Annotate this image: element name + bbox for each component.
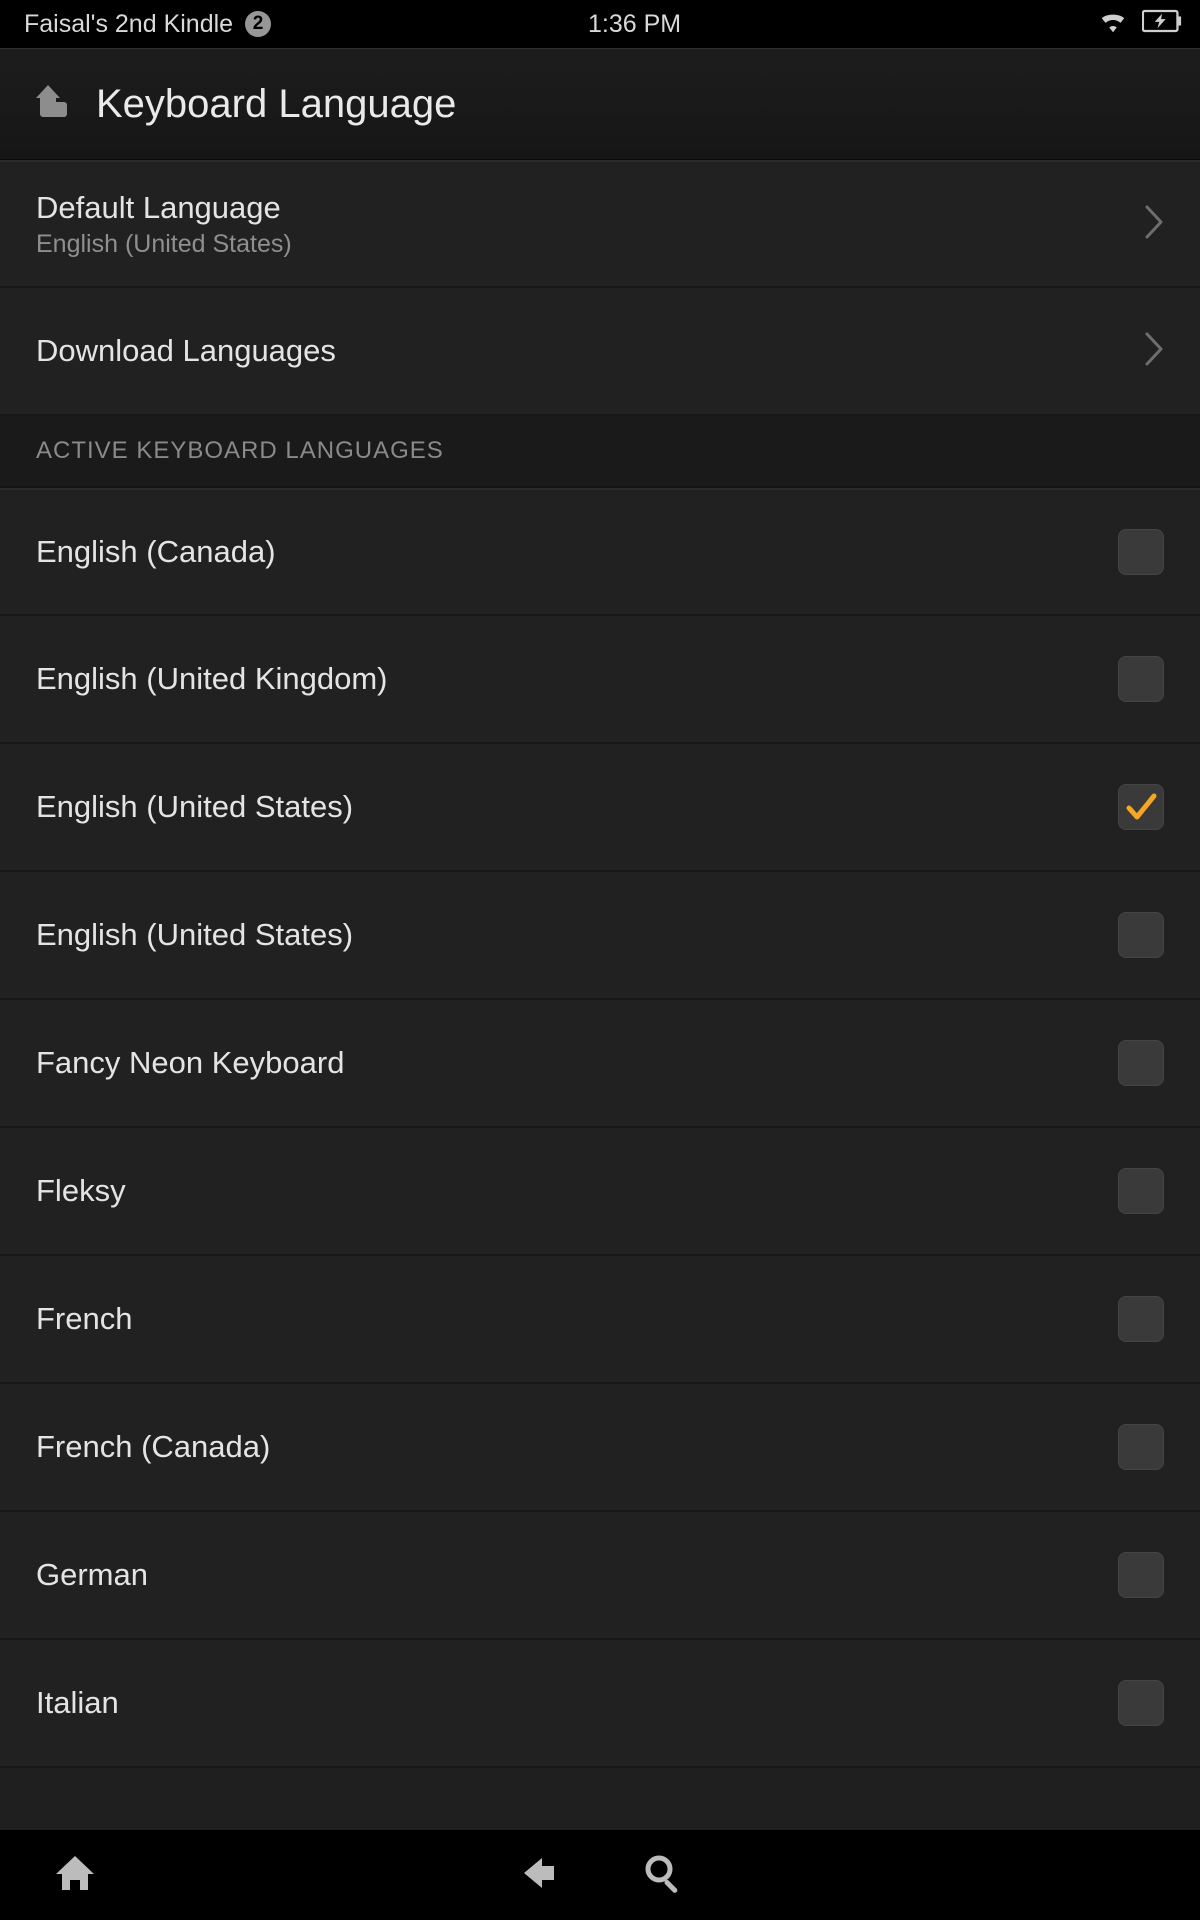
language-row[interactable]: English (United Kingdom): [0, 616, 1200, 744]
language-checkbox[interactable]: [1118, 784, 1164, 830]
chevron-right-icon: [1144, 332, 1164, 371]
chevron-right-icon: [1144, 205, 1164, 244]
default-language-value: English (United States): [36, 230, 1144, 259]
content-area: Default Language English (United States)…: [0, 160, 1200, 1830]
page-header: Keyboard Language: [0, 48, 1200, 160]
language-row[interactable]: French: [0, 1256, 1200, 1384]
language-label: English (Canada): [36, 534, 1118, 570]
language-label: English (United States): [36, 917, 1118, 953]
language-checkbox[interactable]: [1118, 1552, 1164, 1598]
language-label: French: [36, 1301, 1118, 1337]
home-icon[interactable]: [52, 1850, 98, 1901]
language-label: French (Canada): [36, 1429, 1118, 1465]
page-title: Keyboard Language: [96, 82, 456, 127]
language-label: English (United States): [36, 789, 1118, 825]
battery-charging-icon: [1142, 9, 1182, 40]
back-up-icon[interactable]: [28, 81, 70, 128]
language-checkbox[interactable]: [1118, 1040, 1164, 1086]
language-checkbox[interactable]: [1118, 912, 1164, 958]
language-checkbox[interactable]: [1118, 656, 1164, 702]
language-row[interactable]: German: [0, 1512, 1200, 1640]
default-language-row[interactable]: Default Language English (United States): [0, 160, 1200, 288]
status-time: 1:36 PM: [171, 10, 1098, 39]
language-row[interactable]: English (United States): [0, 872, 1200, 1000]
language-checkbox[interactable]: [1118, 529, 1164, 575]
language-label: Fleksy: [36, 1173, 1118, 1209]
search-icon[interactable]: [640, 1850, 686, 1901]
active-languages-header: ACTIVE KEYBOARD LANGUAGES: [0, 416, 1200, 488]
language-checkbox[interactable]: [1118, 1168, 1164, 1214]
language-row[interactable]: Fleksy: [0, 1128, 1200, 1256]
language-checkbox[interactable]: [1118, 1680, 1164, 1726]
language-label: Fancy Neon Keyboard: [36, 1045, 1118, 1081]
wifi-icon: [1098, 9, 1128, 40]
default-language-label: Default Language: [36, 190, 1144, 226]
back-arrow-icon[interactable]: [514, 1850, 560, 1901]
language-checkbox[interactable]: [1118, 1424, 1164, 1470]
language-row[interactable]: English (United States): [0, 744, 1200, 872]
language-row[interactable]: English (Canada): [0, 488, 1200, 616]
language-row[interactable]: Fancy Neon Keyboard: [0, 1000, 1200, 1128]
bottom-nav: [0, 1830, 1200, 1920]
language-label: English (United Kingdom): [36, 661, 1118, 697]
download-languages-label: Download Languages: [36, 333, 1144, 369]
download-languages-row[interactable]: Download Languages: [0, 288, 1200, 416]
language-checkbox[interactable]: [1118, 1296, 1164, 1342]
language-row[interactable]: Italian: [0, 1640, 1200, 1768]
language-list: English (Canada) English (United Kingdom)…: [0, 488, 1200, 1768]
language-row[interactable]: French (Canada): [0, 1384, 1200, 1512]
language-label: German: [36, 1557, 1118, 1593]
language-label: Italian: [36, 1685, 1118, 1721]
status-bar[interactable]: Faisal's 2nd Kindle 2 1:36 PM: [0, 0, 1200, 48]
